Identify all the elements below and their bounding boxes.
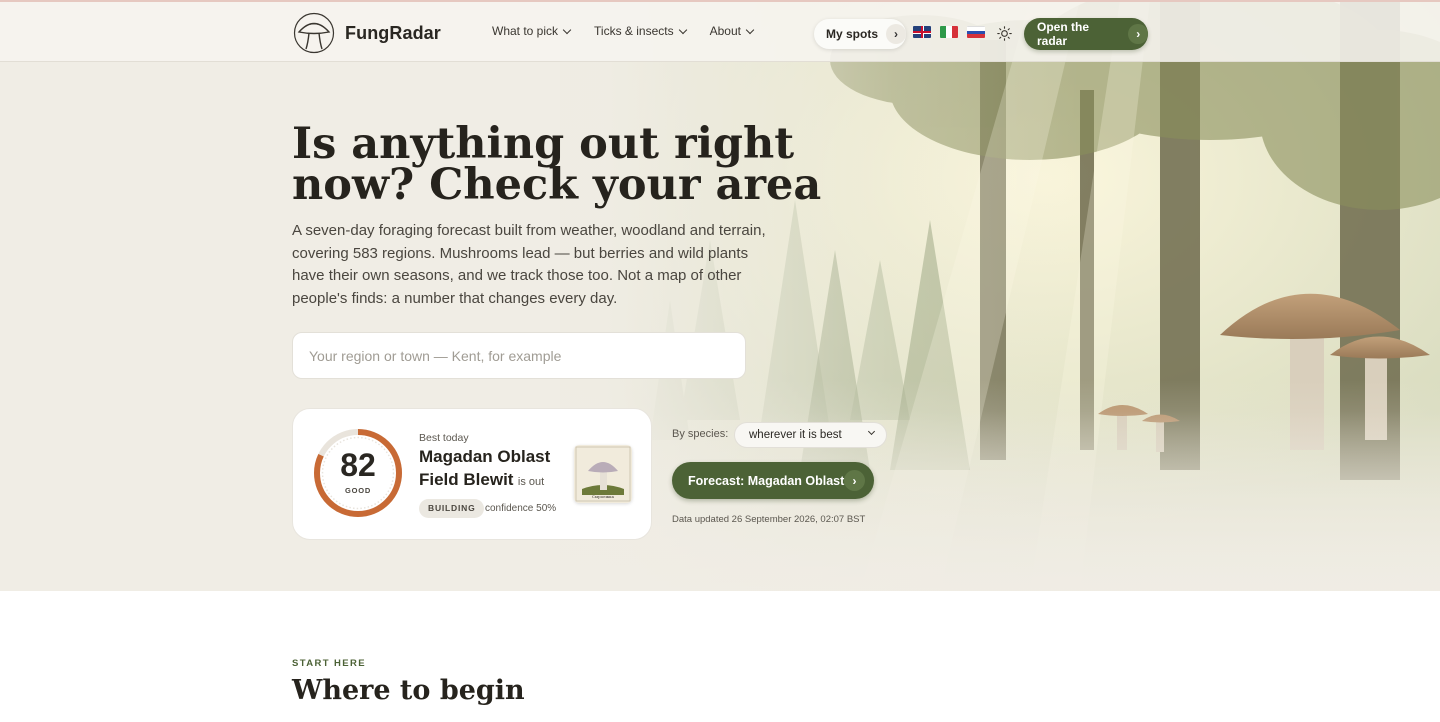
my-spots-label: My spots bbox=[826, 27, 879, 41]
language-switcher bbox=[913, 26, 985, 38]
hero-title: Is anything out right now? Check your ar… bbox=[292, 119, 822, 210]
open-radar-button[interactable]: Open the radar › bbox=[1024, 18, 1148, 50]
nav-ticks-insects[interactable]: Ticks & insects bbox=[594, 24, 687, 38]
best-today-card[interactable]: 82 GOOD Best today Magadan Oblast Field … bbox=[292, 408, 652, 540]
chevron-down-icon bbox=[678, 25, 687, 34]
sun-icon[interactable] bbox=[997, 26, 1012, 41]
chevron-down-icon bbox=[745, 25, 755, 34]
flag-russia-icon[interactable] bbox=[967, 26, 985, 38]
region-search-input[interactable] bbox=[292, 332, 746, 379]
forecast-button-label: Forecast: Magadan Oblast bbox=[688, 473, 845, 488]
section-eyebrow: START HERE bbox=[292, 658, 366, 669]
species-select-value: wherever it is best bbox=[749, 429, 842, 441]
confidence-text: confidence 50% bbox=[485, 503, 557, 514]
nav-about[interactable]: About bbox=[709, 24, 755, 38]
score-label: GOOD bbox=[344, 486, 372, 495]
score-value: 82 bbox=[340, 447, 376, 483]
best-today-label: Best today bbox=[419, 432, 469, 444]
arrow-right-icon: › bbox=[844, 470, 865, 491]
logo[interactable]: FungRadar bbox=[293, 12, 441, 54]
chevron-down-icon bbox=[562, 25, 572, 34]
mushroom-illustration-icon: Сыроежка bbox=[574, 445, 632, 503]
best-region-name: Magadan Oblast bbox=[419, 447, 551, 466]
image-caption: Сыроежка bbox=[592, 494, 615, 499]
arrow-right-icon: › bbox=[886, 24, 906, 44]
open-radar-label: Open the radar bbox=[1037, 20, 1090, 48]
page: FungRadar What to pick Ticks & insects A… bbox=[0, 0, 1440, 722]
species-image: Сыроежка bbox=[574, 445, 632, 503]
nav-label: What to pick bbox=[492, 24, 559, 38]
data-updated-text: Data updated 26 September 2026, 02:07 BS… bbox=[672, 514, 866, 525]
top-navbar: FungRadar What to pick Ticks & insects A… bbox=[0, 0, 1440, 62]
section-title: Where to begin bbox=[292, 675, 525, 706]
forecast-button[interactable]: Forecast: Magadan Oblast › bbox=[672, 462, 874, 499]
best-species-line: Field Blewit is out bbox=[419, 470, 544, 490]
chevron-down-icon bbox=[867, 427, 876, 436]
hero-description: A seven-day foraging forecast built from… bbox=[292, 222, 766, 307]
my-spots-button[interactable]: My spots › bbox=[814, 19, 906, 49]
by-species-label: By species: bbox=[672, 428, 729, 440]
logo-text: FungRadar bbox=[345, 22, 441, 43]
arrow-right-icon: › bbox=[1128, 24, 1148, 44]
flag-uk-icon[interactable] bbox=[913, 26, 931, 38]
nav-what-to-pick[interactable]: What to pick bbox=[492, 24, 572, 38]
status-badge: BUILDING bbox=[419, 499, 485, 518]
main-nav: What to pick Ticks & insects About bbox=[492, 24, 755, 38]
nav-label: About bbox=[709, 24, 741, 38]
nav-label: Ticks & insects bbox=[594, 24, 674, 38]
species-select[interactable]: wherever it is best bbox=[734, 422, 887, 448]
mushroom-logo-icon bbox=[293, 12, 335, 54]
flag-italy-icon[interactable] bbox=[940, 26, 958, 38]
best-species-name: Field Blewit bbox=[419, 470, 514, 489]
start-here-section: START HERE Where to begin bbox=[0, 591, 1440, 722]
is-out-text: is out bbox=[517, 476, 545, 488]
